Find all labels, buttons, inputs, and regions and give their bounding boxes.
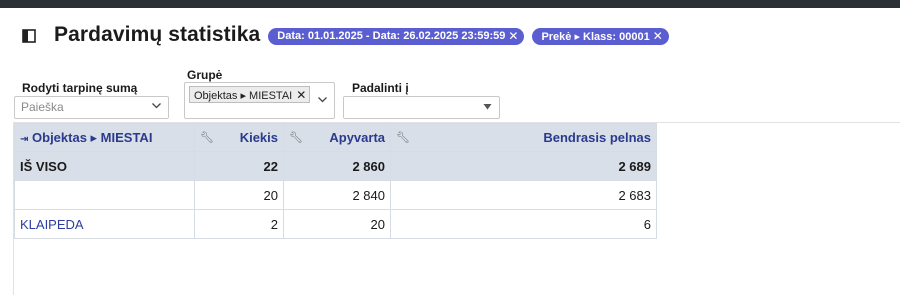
chevron-down-icon	[317, 94, 328, 108]
subtotal-select[interactable]: Paieška	[14, 96, 169, 119]
report-table: ⇥ Objektas ▸ MIESTAI 🔧︎ Kiekis 🔧︎ Apyvar…	[14, 123, 657, 239]
panel-icon[interactable]	[22, 29, 36, 43]
column-header-kiekis[interactable]: 🔧︎ Kiekis	[194, 123, 284, 152]
row-apyvarta: 20	[283, 209, 391, 239]
wrench-icon[interactable]: 🔧︎	[396, 131, 410, 144]
split-label: Padalinti į	[352, 81, 409, 95]
wrench-icon[interactable]: 🔧︎	[200, 131, 214, 144]
row-label-link[interactable]: KLAIPEDA	[14, 209, 195, 239]
column-header-objektas[interactable]: ⇥ Objektas ▸ MIESTAI	[14, 123, 195, 152]
group-select[interactable]: Objektas ▸ MIESTAI ✕	[184, 82, 335, 119]
group-label: Grupė	[187, 68, 223, 82]
remove-date-filter-icon[interactable]: ✕	[508, 29, 518, 43]
date-filter-chip[interactable]: Data: 01.01.2025 - Data: 26.02.2025 23:5…	[268, 27, 525, 45]
row-pelnas: 6	[390, 209, 657, 239]
table-row: KLAIPEDA 2 20 6	[14, 209, 657, 239]
row-kiekis: 2	[194, 209, 284, 239]
chevron-down-icon	[151, 100, 162, 114]
total-kiekis: 22	[194, 151, 284, 181]
column-header-pelnas[interactable]: 🔧︎ Bendrasis pelnas	[390, 123, 657, 152]
remove-item-filter-icon[interactable]: ✕	[653, 29, 663, 43]
row-kiekis: 20	[194, 180, 284, 210]
caret-down-icon	[483, 102, 492, 114]
item-filter-chip[interactable]: Prekė ▸ Klass: 00001 ✕	[532, 27, 669, 45]
remove-group-token-icon[interactable]: ✕	[296, 88, 306, 102]
subtotal-placeholder: Paieška	[21, 100, 64, 114]
row-apyvarta: 2 840	[283, 180, 391, 210]
collapse-icon[interactable]: ⇥	[20, 134, 28, 145]
column-label: Objektas ▸ MIESTAI	[32, 129, 153, 145]
row-label[interactable]	[14, 180, 195, 210]
column-label: Bendrasis pelnas	[543, 130, 651, 145]
total-pelnas: 2 689	[390, 151, 657, 181]
top-bar	[0, 0, 900, 8]
total-row: IŠ VISO 22 2 860 2 689	[14, 151, 657, 181]
group-token-text: Objektas ▸ MIESTAI	[194, 89, 293, 102]
total-label: IŠ VISO	[14, 151, 195, 181]
subtotal-label: Rodyti tarpinę sumą	[22, 81, 138, 95]
date-filter-text: Data: 01.01.2025 - Data: 26.02.2025 23:5…	[277, 30, 506, 42]
row-pelnas: 2 683	[390, 180, 657, 210]
page-title: Pardavimų statistika	[54, 23, 261, 46]
table-header-row: ⇥ Objektas ▸ MIESTAI 🔧︎ Kiekis 🔧︎ Apyvar…	[14, 123, 657, 152]
wrench-icon[interactable]: 🔧︎	[289, 131, 303, 144]
group-token[interactable]: Objektas ▸ MIESTAI ✕	[189, 86, 311, 103]
item-filter-text: Prekė ▸ Klass: 00001	[541, 30, 650, 43]
column-label: Apyvarta	[329, 130, 385, 145]
title-row: Pardavimų statistika Data: 01.01.2025 - …	[22, 22, 669, 48]
split-select[interactable]	[343, 96, 500, 119]
column-label: Kiekis	[239, 130, 278, 145]
column-header-apyvarta[interactable]: 🔧︎ Apyvarta	[283, 123, 391, 152]
table-row: 20 2 840 2 683	[14, 180, 657, 210]
total-apyvarta: 2 860	[283, 151, 391, 181]
